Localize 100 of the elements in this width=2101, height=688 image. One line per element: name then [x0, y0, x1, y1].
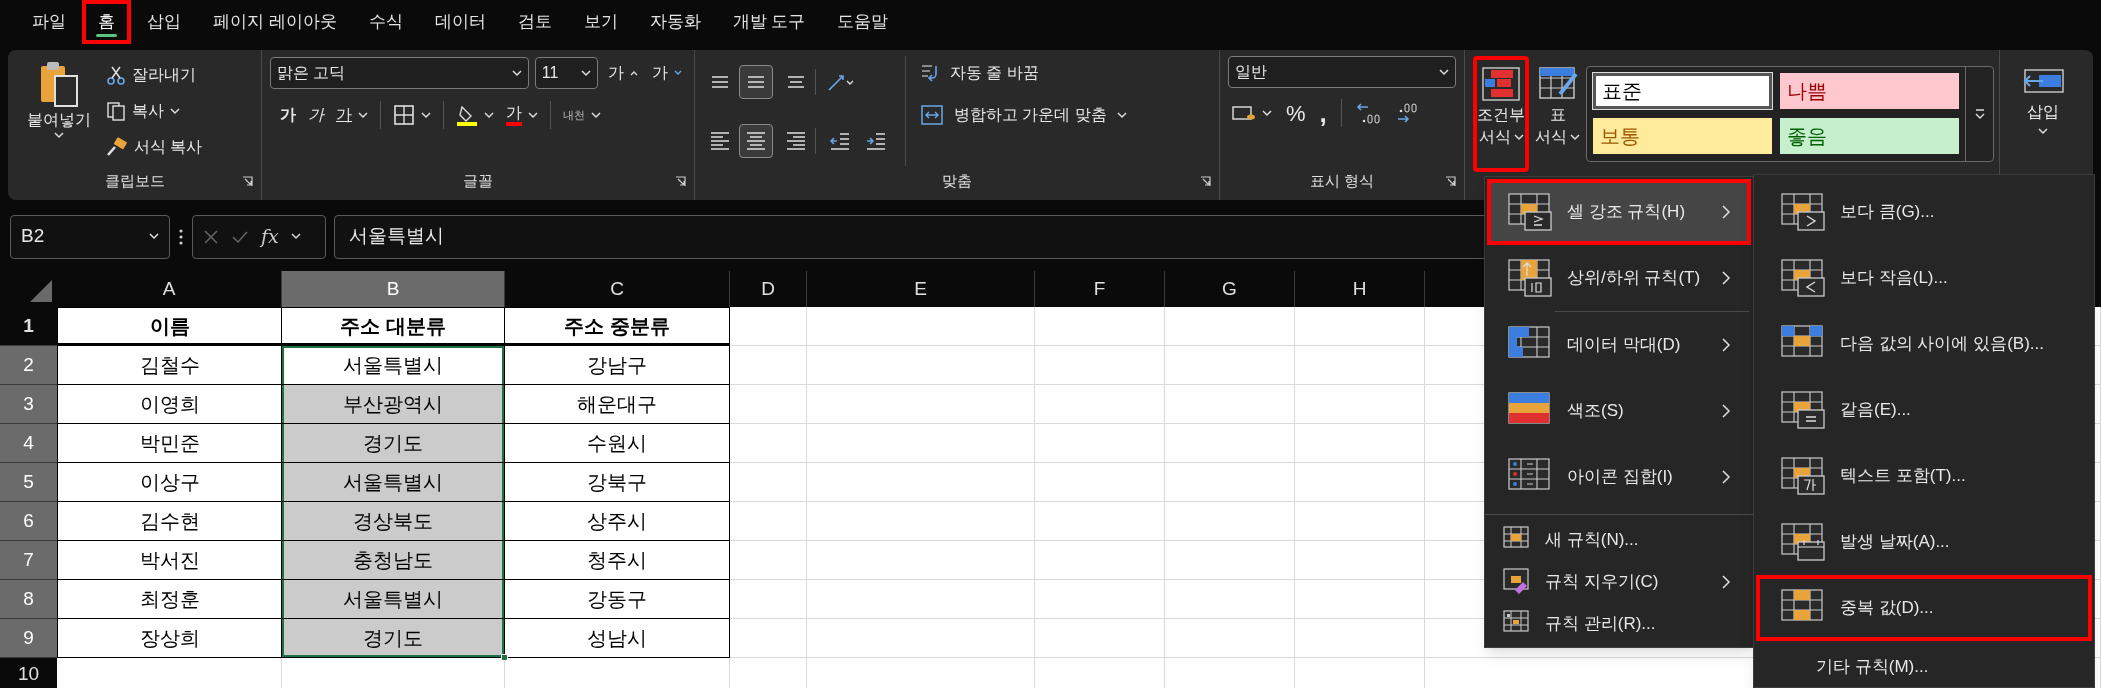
menu-item[interactable]: 데이터 막대(D) [1487, 312, 1751, 378]
menu-item[interactable]: 규칙 관리(R)... [1487, 603, 1751, 645]
cell-styles-gallery[interactable]: 표준 나쁨 보통 좋음 [1586, 66, 1994, 162]
ribbon-tab[interactable]: 수식 [352, 0, 419, 44]
cell-reference: B2 [21, 224, 45, 249]
grow-font-button[interactable]: 가 [604, 56, 642, 90]
menu-item[interactable]: 같음(E)... [1756, 377, 2092, 443]
column-header[interactable]: C [505, 271, 730, 307]
row-header[interactable]: 10 [0, 658, 57, 688]
table-cell: 주소 대분류 [282, 307, 505, 346]
column-header[interactable]: F [1035, 271, 1165, 307]
ribbon-tab[interactable]: 검토 [501, 0, 568, 44]
caret-icon [511, 69, 522, 77]
clipboard-icon [39, 60, 79, 108]
row-header[interactable]: 2 [0, 346, 57, 385]
column-header[interactable]: G [1165, 271, 1295, 307]
menu-item[interactable]: 중복 값(D)... [1756, 575, 2092, 641]
table-cell: 경기도 [282, 619, 505, 658]
ribbon-tab[interactable]: 도움말 [821, 0, 905, 44]
percent-button[interactable]: % [1282, 96, 1310, 130]
increase-decimal-icon [1355, 101, 1382, 125]
ribbon-tab[interactable]: 데이터 [418, 0, 502, 44]
caret-icon [170, 107, 180, 115]
underline-button[interactable]: 가 [332, 98, 372, 132]
menu-item[interactable]: 규칙 지우기(C) [1487, 561, 1751, 603]
comma-button[interactable]: , [1315, 96, 1331, 130]
menu-item[interactable]: 새 규칙(N)... [1487, 519, 1751, 561]
menu-item[interactable]: 아이콘 집합(I) [1487, 444, 1751, 510]
name-box[interactable]: B2 [10, 214, 170, 259]
align-center-icon [746, 131, 766, 150]
format-painter-button[interactable]: 서식 복사 [102, 130, 207, 164]
ribbon-tab[interactable]: 보기 [567, 0, 634, 44]
cell-style-tile[interactable]: 표준 [1593, 73, 1772, 109]
middle-align-button[interactable] [739, 64, 773, 99]
ribbon-tab[interactable]: 개발 도구 [716, 0, 822, 44]
font-name-dropdown[interactable]: 맑은 고딕 [270, 57, 529, 89]
chevron-right-icon [1721, 403, 1731, 419]
money-icon [1232, 103, 1256, 123]
conditional-formatting-button[interactable]: 조건부 서식 [1473, 56, 1529, 172]
wrap-text-button[interactable]: 자동 줄 바꿈 [916, 56, 1131, 90]
phonetic-button[interactable]: 내천 [559, 98, 605, 132]
font-size-dropdown[interactable]: 11 [534, 57, 598, 89]
column-header[interactable]: A [57, 271, 282, 307]
row-header[interactable]: 3 [0, 385, 57, 424]
row-header[interactable]: 9 [0, 619, 57, 658]
row-header[interactable]: 4 [0, 424, 57, 463]
row-header[interactable]: 6 [0, 502, 57, 541]
ribbon-tab[interactable]: 자동화 [633, 0, 717, 44]
italic-button[interactable]: 가 [304, 98, 328, 132]
row-header[interactable]: 8 [0, 580, 57, 619]
shrink-font-button[interactable]: 가 [648, 56, 686, 90]
caret-icon [528, 111, 538, 119]
menu-item[interactable]: 색조(S) [1487, 378, 1751, 444]
cell-style-tile[interactable]: 나쁨 [1780, 73, 1959, 109]
bold-button[interactable]: 가 [276, 98, 300, 132]
copy-button[interactable]: 복사 [102, 94, 207, 128]
menu-item[interactable]: 다음 값의 사이에 있음(B)... [1756, 311, 2092, 377]
table-brush-icon [1537, 66, 1578, 102]
ribbon-tab[interactable]: 파일 [16, 0, 82, 44]
cell-style-tile[interactable]: 보통 [1593, 118, 1772, 154]
caret-icon [591, 111, 601, 119]
column-header[interactable]: E [807, 271, 1035, 307]
row-header[interactable]: 1 [0, 307, 57, 346]
ribbon-tab[interactable]: 페이지 레이아웃 [197, 0, 353, 44]
menu-item[interactable]: 셀 강조 규칙(H) [1487, 179, 1751, 245]
center-align-button[interactable] [739, 123, 773, 158]
row-header[interactable]: 7 [0, 541, 57, 580]
button-label: 표 [1549, 105, 1566, 125]
ribbon-tab[interactable]: 홈 [82, 0, 131, 44]
insert-button[interactable]: 삽입 [2008, 56, 2078, 166]
format-as-table-button[interactable]: 표 서식 [1535, 56, 1580, 166]
borders-icon [393, 104, 415, 126]
font-name-value: 맑은 고딕 [277, 63, 346, 83]
menu-item[interactable]: 발생 날짜(A)... [1756, 509, 2092, 575]
column-header[interactable]: H [1295, 271, 1425, 307]
merge-cells-icon [920, 104, 944, 126]
row-header[interactable]: 5 [0, 463, 57, 502]
menu-item[interactable]: 기타 규칙(M)... [1756, 641, 2092, 688]
cut-button[interactable]: 잘라내기 [102, 58, 207, 92]
merge-center-button[interactable]: 병합하고 가운데 맞춤 [916, 98, 1131, 132]
font-color-button[interactable]: 가 [502, 98, 542, 132]
menu-item[interactable]: 텍스트 포함(T)... [1756, 443, 2092, 509]
rule-icon [1780, 522, 1826, 562]
brush-icon [106, 137, 128, 157]
up-chevron-icon [630, 70, 638, 76]
caret-icon [358, 111, 368, 119]
fill-handle[interactable] [501, 654, 508, 661]
insert-function-glyph[interactable]: fx [261, 222, 279, 251]
ribbon-tab[interactable]: 삽입 [131, 0, 197, 44]
table-cell: 강북구 [505, 463, 730, 502]
column-header[interactable]: D [730, 271, 807, 307]
number-format-dropdown[interactable]: 일반 [1228, 56, 1456, 88]
select-all-icon [28, 278, 54, 304]
caret-icon [1116, 111, 1127, 119]
column-header[interactable]: B [282, 271, 505, 307]
chevron-right-icon [1721, 337, 1731, 353]
caret-icon [2038, 128, 2048, 135]
cell-style-tile[interactable]: 좋음 [1780, 118, 1959, 154]
paste-button[interactable]: 붙여넣기 [16, 56, 102, 166]
number-format-value: 일반 [1235, 62, 1267, 82]
